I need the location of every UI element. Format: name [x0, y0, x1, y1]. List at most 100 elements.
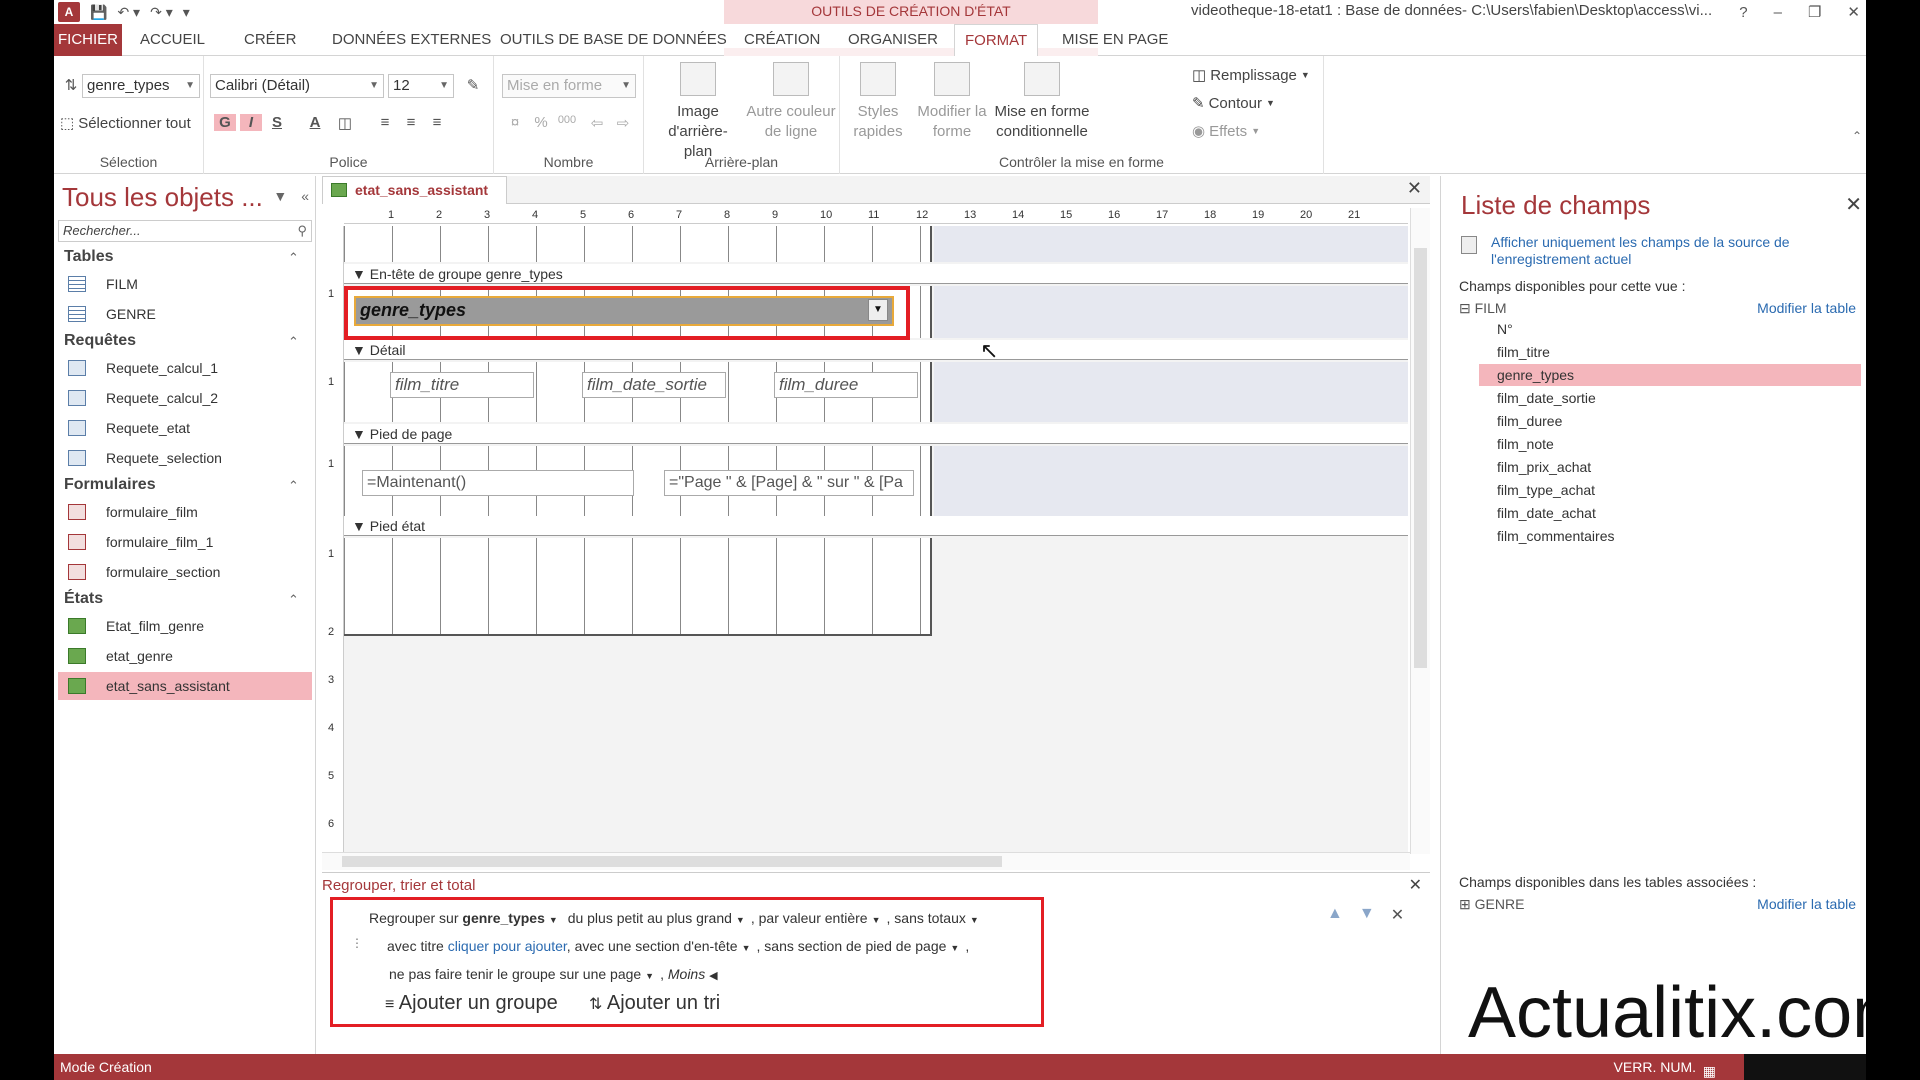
chevron-down-icon[interactable]: ▼ [950, 943, 959, 953]
group-interval-select[interactable]: par valeur entière [759, 910, 868, 926]
category-etats[interactable]: États [64, 590, 103, 608]
save-icon[interactable]: 💾 [90, 1, 107, 23]
modify-table-link[interactable]: Modifier la table [1757, 300, 1856, 316]
tab-creation[interactable]: CRÉATION [734, 24, 830, 56]
quick-styles-button[interactable]: Styles rapides [844, 62, 912, 142]
less-options-link[interactable]: Moins [668, 966, 705, 982]
move-down-icon[interactable]: ▼ [1359, 905, 1375, 925]
close-group-pane-icon[interactable]: ✕ [1409, 875, 1422, 895]
field-item-film-note[interactable]: film_note [1479, 433, 1861, 455]
horizontal-scrollbar[interactable] [322, 852, 1410, 870]
alt-row-color-button[interactable]: Autre couleur de ligne [744, 62, 838, 142]
nav-item-etat-film-genre[interactable]: Etat_film_genre [58, 612, 312, 640]
font-family-select[interactable]: Calibri (Détail) ▼ [210, 74, 384, 98]
thousands-button[interactable]: 000 [556, 114, 578, 126]
film-duree-textbox[interactable]: film_duree [774, 372, 918, 398]
document-tab-etat-sans-assistant[interactable]: etat_sans_assistant [322, 176, 508, 204]
nav-item-etat-genre[interactable]: etat_genre [58, 642, 312, 670]
drag-handle-icon[interactable]: ⋮ [351, 936, 363, 950]
increase-decimal-icon[interactable]: ⇦ [586, 114, 608, 132]
footer-section-select[interactable]: sans section de pied de page [764, 938, 946, 954]
vertical-scroll-thumb[interactable] [1414, 248, 1427, 668]
decrease-decimal-icon[interactable]: ⇨ [612, 114, 634, 132]
help-icon[interactable]: ? [1739, 4, 1747, 21]
customize-qat-icon[interactable]: ▾ [183, 1, 190, 23]
report-footer-band[interactable] [344, 538, 932, 636]
collapse-ribbon-icon[interactable]: ⌃ [1852, 129, 1862, 143]
section-bar-detail[interactable]: ▼ Détail [344, 340, 1408, 360]
chevron-down-icon[interactable]: ▼ [868, 299, 888, 321]
section-bar-group-header[interactable]: ▼ En-tête de groupe genre_types [344, 264, 1408, 284]
tab-accueil[interactable]: ACCUEIL [130, 24, 215, 56]
field-item-film-commentaires[interactable]: film_commentaires [1479, 525, 1861, 547]
minimize-icon[interactable]: – [1774, 4, 1782, 21]
align-center-icon[interactable]: ≡ [400, 114, 422, 131]
font-size-select[interactable]: 12 ▼ [388, 74, 454, 98]
sort-order-select[interactable]: du plus petit au plus grand [568, 910, 732, 926]
genre-types-combobox[interactable]: genre_types ▼ [354, 296, 894, 326]
collapse-nav-icon[interactable]: « [301, 188, 309, 204]
tab-outils-bdd[interactable]: OUTILS DE BASE DE DONNÉES [490, 24, 737, 56]
nav-item-formulaire-film[interactable]: formulaire_film [58, 498, 312, 526]
format-painter-icon[interactable]: ✎ [462, 76, 484, 94]
tab-creer[interactable]: CRÉER [234, 24, 307, 56]
number-format-select[interactable]: Mise en forme ▼ [502, 74, 636, 98]
close-icon[interactable]: ✕ [1847, 3, 1860, 21]
field-item-film-prix-achat[interactable]: film_prix_achat [1479, 456, 1861, 478]
now-expression-textbox[interactable]: =Maintenant() [362, 470, 634, 496]
font-color-button[interactable]: A [304, 114, 326, 131]
chevron-down-icon[interactable]: ▼ [872, 915, 881, 925]
nav-item-genre[interactable]: GENRE [58, 300, 312, 328]
close-document-icon[interactable]: ✕ [1407, 178, 1422, 199]
conditional-formatting-button[interactable]: Mise en forme conditionnelle [990, 62, 1094, 142]
film-titre-textbox[interactable]: film_titre [390, 372, 534, 398]
totals-select[interactable]: sans totaux [894, 910, 966, 926]
chevron-down-icon[interactable]: ▼ [645, 971, 654, 981]
nav-item-requete-selection[interactable]: Requete_selection [58, 444, 312, 472]
fill-button[interactable]: ◫ Remplissage ▼ [1192, 66, 1310, 85]
field-item-film-duree[interactable]: film_duree [1479, 410, 1861, 432]
modify-related-table-link[interactable]: Modifier la table [1757, 896, 1856, 912]
chevron-down-icon[interactable]: ▼ [736, 915, 745, 925]
field-item-film-titre[interactable]: film_titre [1479, 341, 1861, 363]
restore-icon[interactable]: ❐ [1808, 3, 1821, 21]
nav-item-formulaire-film-1[interactable]: formulaire_film_1 [58, 528, 312, 556]
italic-button[interactable]: I [240, 114, 262, 131]
header-section-select[interactable]: avec une section d'en-tête [575, 938, 738, 954]
object-selector[interactable]: genre_types ▼ [82, 74, 200, 98]
horizontal-scroll-thumb[interactable] [342, 856, 1002, 867]
category-requetes[interactable]: Requêtes [64, 332, 136, 350]
film-date-sortie-textbox[interactable]: film_date_sortie [582, 372, 726, 398]
add-sort-button[interactable]: ⇅ Ajouter un tri [589, 992, 720, 1015]
field-item-genre-types[interactable]: genre_types [1479, 364, 1861, 386]
category-tables[interactable]: Tables [64, 248, 114, 266]
section-bar-report-footer[interactable]: ▼ Pied état [344, 516, 1408, 536]
group-field-select[interactable]: genre_types [462, 910, 544, 926]
chevron-down-icon[interactable]: ▼ [742, 943, 751, 953]
search-icon[interactable]: ⚲ [297, 221, 307, 241]
nav-item-requete-calcul-1[interactable]: Requete_calcul_1 [58, 354, 312, 382]
section-bar-page-footer[interactable]: ▼ Pied de page [344, 424, 1408, 444]
field-item-numero[interactable]: N° [1479, 318, 1861, 340]
delete-group-icon[interactable]: ✕ [1391, 905, 1404, 925]
close-field-list-icon[interactable]: ✕ [1845, 192, 1862, 217]
nav-title[interactable]: Tous les objets ... [62, 182, 263, 213]
field-table-film[interactable]: ⊟ FILM [1459, 300, 1507, 317]
currency-icon[interactable]: ¤ [504, 114, 526, 131]
align-right-icon[interactable]: ≡ [426, 114, 448, 131]
effects-button[interactable]: ◉ Effets ▼ [1192, 122, 1260, 141]
field-table-genre[interactable]: ⊞ GENRE [1459, 896, 1524, 913]
expand-tree-icon[interactable]: ⊞ [1459, 896, 1475, 912]
collapse-tree-icon[interactable]: ⊟ [1459, 300, 1475, 316]
nav-item-etat-sans-assistant[interactable]: etat_sans_assistant [58, 672, 312, 700]
field-item-film-date-sortie[interactable]: film_date_sortie [1479, 387, 1861, 409]
chevron-down-icon[interactable]: ▼ [970, 915, 979, 925]
tab-donnees-externes[interactable]: DONNÉES EXTERNES [322, 24, 501, 56]
collapse-category-icon[interactable]: ⌃ [288, 592, 299, 608]
percent-button[interactable]: % [530, 114, 552, 131]
undo-icon[interactable]: ↶ ▾ [117, 1, 140, 23]
nav-item-requete-etat[interactable]: Requete_etat [58, 414, 312, 442]
change-shape-button[interactable]: Modifier la forme [914, 62, 990, 142]
collapse-category-icon[interactable]: ⌃ [288, 334, 299, 350]
background-image-button[interactable]: Image d'arrière- plan [652, 62, 744, 162]
